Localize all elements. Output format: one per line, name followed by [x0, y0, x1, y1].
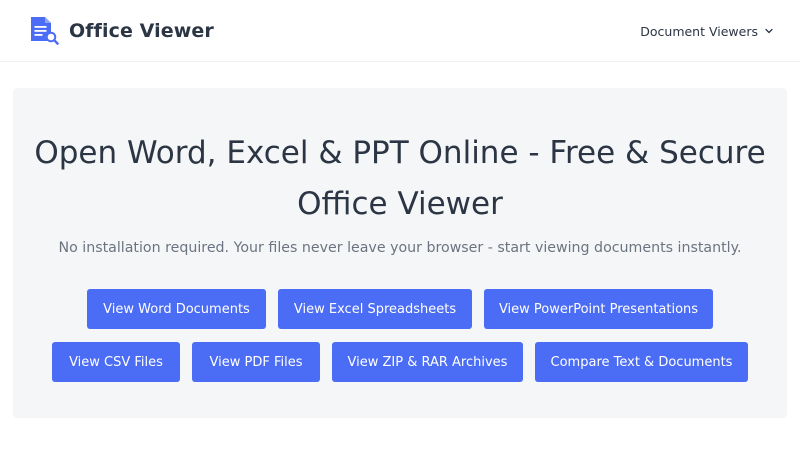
brand-logo-link[interactable]: Office Viewer: [28, 16, 214, 46]
view-pdf-files-button[interactable]: View PDF Files: [192, 342, 320, 382]
document-search-icon: [31, 17, 59, 45]
view-word-documents-button[interactable]: View Word Documents: [87, 289, 266, 329]
view-excel-spreadsheets-button[interactable]: View Excel Spreadsheets: [278, 289, 472, 329]
view-powerpoint-presentations-button[interactable]: View PowerPoint Presentations: [484, 289, 713, 329]
brand-name: Office Viewer: [69, 20, 214, 42]
chevron-down-icon: [765, 28, 773, 34]
document-viewers-dropdown[interactable]: Document Viewers: [640, 21, 774, 41]
site-header: Office Viewer Document Viewers: [0, 0, 800, 62]
view-zip-rar-archives-button[interactable]: View ZIP & RAR Archives: [332, 342, 523, 382]
document-viewers-label: Document Viewers: [640, 23, 758, 39]
compare-text-documents-button[interactable]: Compare Text & Documents: [535, 342, 748, 382]
view-csv-files-button[interactable]: View CSV Files: [52, 342, 180, 382]
hero-title: Open Word, Excel & PPT Online - Free & S…: [34, 135, 766, 222]
hero-subtitle: No installation required. Your files nev…: [58, 240, 742, 256]
